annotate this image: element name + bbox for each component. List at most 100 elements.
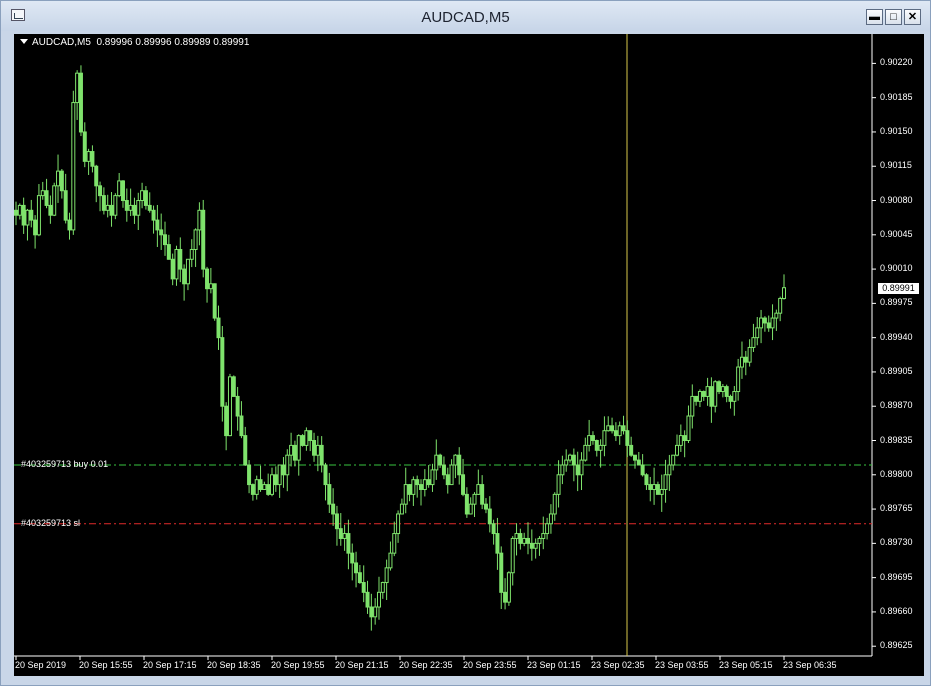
price-tick-label: 0.90220 — [880, 57, 913, 68]
price-tick-label: 0.89940 — [880, 331, 913, 342]
candle-body — [90, 151, 95, 167]
candle-body — [762, 317, 767, 324]
price-tick-label: 0.90115 — [880, 160, 912, 171]
chart-window: AUDCAD,M5 ▬ □ ✕ AUDCAD,M5 0.89996 0.8999… — [0, 0, 931, 686]
candle-body — [533, 542, 538, 549]
window-titlebar[interactable]: AUDCAD,M5 ▬ □ ✕ — [1, 1, 930, 31]
candle-body — [82, 131, 87, 162]
candle-body — [671, 454, 676, 466]
time-tick-label: 20 Sep 19:55 — [271, 660, 325, 670]
price-tick-label: 0.90080 — [880, 194, 913, 205]
candle-body — [659, 488, 664, 495]
candlestick-plot[interactable] — [14, 34, 924, 676]
price-tick-label: 0.89695 — [880, 571, 913, 582]
candle-body — [216, 317, 221, 339]
candle-body — [476, 484, 481, 495]
candle-body — [185, 258, 190, 285]
candle-body — [759, 317, 764, 329]
candle-body — [701, 391, 706, 397]
candle-body — [594, 440, 599, 451]
price-tick-label: 0.89800 — [880, 468, 913, 479]
candle-body — [575, 464, 580, 476]
dropdown-triangle-icon[interactable] — [20, 39, 28, 44]
symbol-name: AUDCAD,M5 — [32, 37, 91, 48]
candle-body — [770, 317, 775, 329]
candle-body — [724, 386, 729, 397]
candle-body — [132, 204, 137, 216]
candle-body — [728, 395, 733, 402]
candle-body — [648, 484, 653, 490]
candle-body — [694, 395, 699, 402]
candle-body — [159, 229, 164, 236]
time-tick-label: 23 Sep 03:55 — [655, 660, 709, 670]
candle-body — [419, 484, 424, 490]
candle-body — [94, 165, 99, 187]
candle-body — [621, 425, 626, 432]
candle-body — [636, 459, 641, 466]
price-tick-label: 0.89975 — [880, 297, 913, 308]
candle-body — [201, 209, 206, 270]
candle-body — [422, 479, 427, 490]
candle-body — [380, 582, 385, 593]
candle-body — [266, 484, 271, 495]
candle-body — [453, 454, 458, 466]
candle-body — [445, 474, 450, 486]
candle-body — [682, 435, 687, 442]
candle-body — [736, 366, 741, 393]
candle-body — [407, 484, 412, 495]
candle-body — [59, 170, 64, 192]
candle-body — [663, 474, 668, 490]
candle-body — [361, 582, 366, 593]
candle-body — [560, 464, 565, 476]
candle-body — [537, 537, 542, 544]
candle-body — [751, 337, 756, 348]
candle-body — [766, 322, 771, 329]
candle-body — [399, 503, 404, 515]
candle-body — [166, 244, 171, 260]
price-tick-label: 0.90185 — [880, 91, 913, 102]
candle-body — [495, 533, 500, 554]
time-tick-label: 20 Sep 22:35 — [399, 660, 453, 670]
candle-body — [392, 533, 397, 554]
price-chart[interactable]: AUDCAD,M5 0.89996 0.89996 0.89989 0.8999… — [14, 34, 924, 676]
candle-body — [354, 562, 359, 574]
candle-body — [350, 552, 355, 564]
candle-body — [75, 72, 80, 104]
candle-body — [632, 454, 637, 461]
candle-body — [174, 248, 179, 280]
candle-body — [101, 195, 106, 211]
candle-body — [220, 337, 225, 407]
candle-body — [652, 484, 657, 490]
candle-body — [231, 376, 236, 397]
close-button[interactable]: ✕ — [904, 9, 921, 25]
candle-body — [197, 209, 202, 231]
candle-body — [208, 283, 213, 290]
time-tick-label: 23 Sep 02:35 — [591, 660, 645, 670]
time-tick-label: 23 Sep 05:15 — [719, 660, 773, 670]
time-tick-label: 20 Sep 2019 — [15, 660, 67, 670]
time-tick-label: 20 Sep 18:35 — [207, 660, 261, 670]
price-tick-label: 0.89835 — [880, 434, 913, 445]
candle-body — [193, 229, 198, 250]
candle-body — [464, 493, 469, 515]
candle-body — [21, 204, 26, 226]
candle-body — [583, 444, 588, 461]
candle-body — [717, 381, 722, 393]
candle-body — [273, 474, 278, 486]
minimize-button[interactable]: ▬ — [866, 9, 883, 25]
candle-body — [365, 591, 370, 608]
time-tick-label: 20 Sep 21:15 — [335, 660, 389, 670]
candle-body — [250, 484, 255, 495]
candle-body — [449, 464, 454, 486]
candle-body — [289, 444, 294, 456]
candle-body — [270, 474, 274, 495]
candle-body — [319, 444, 324, 466]
candle-body — [590, 435, 595, 442]
price-tick-label: 0.90045 — [880, 228, 913, 239]
candle-body — [640, 464, 645, 476]
candle-body — [778, 297, 783, 314]
candle-body — [285, 454, 290, 476]
candle-body — [705, 386, 710, 397]
maximize-button[interactable]: □ — [885, 9, 902, 25]
candle-body — [17, 204, 22, 216]
